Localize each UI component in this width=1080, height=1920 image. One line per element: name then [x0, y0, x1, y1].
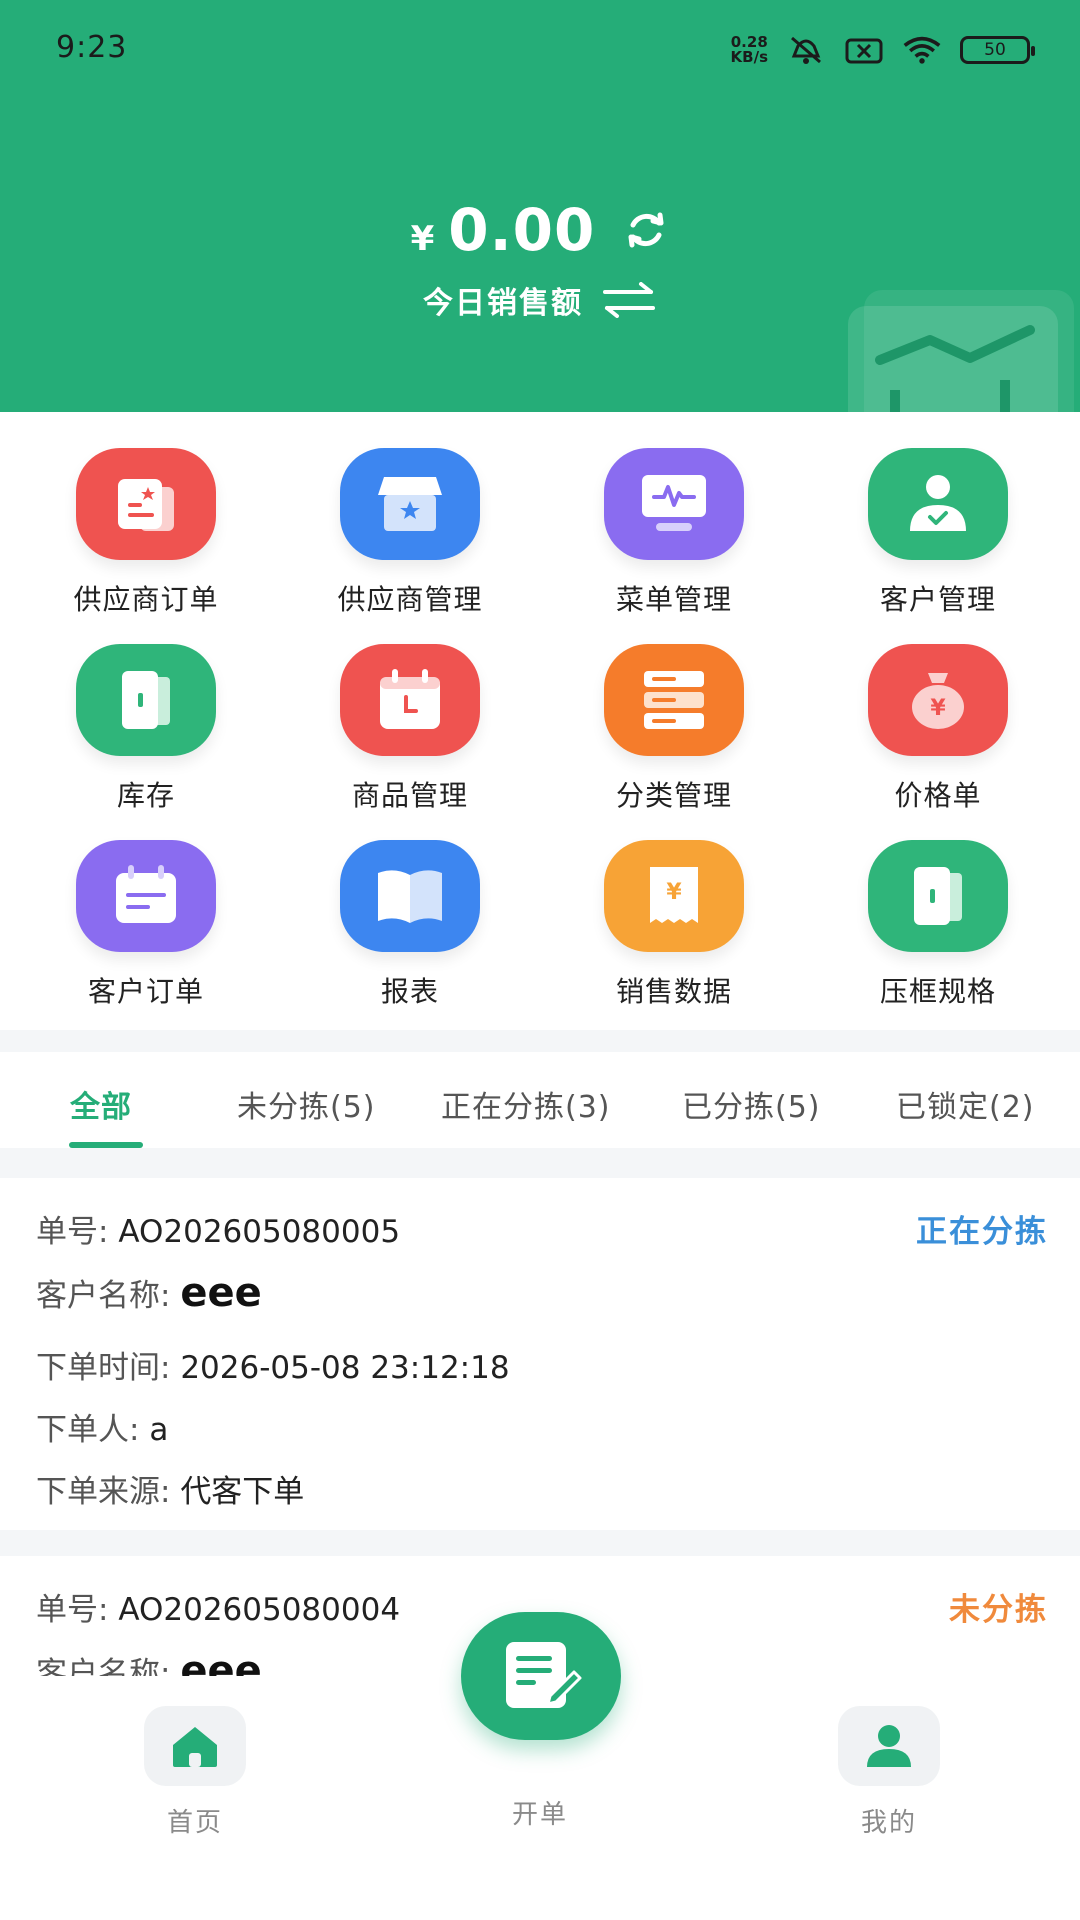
order-number-row: 单号: AO202605080004	[36, 1584, 400, 1629]
status-icons: 0.28 KB/s 50	[731, 30, 1035, 70]
net-speed: 0.28 KB/s	[731, 35, 768, 65]
menu-label-product-management: 商品管理	[351, 779, 468, 812]
user-icon	[838, 1706, 940, 1786]
order-number-label: 单号:	[36, 1214, 109, 1250]
home-icon	[144, 1706, 246, 1786]
sales-amount-row: ¥ 0.00	[0, 196, 1080, 264]
order-customer-row: 客户名称: eee	[36, 1270, 262, 1316]
menu-item-sales-data[interactable]: ¥ 销售数据	[542, 840, 806, 1020]
menu-label-frame-spec: 压框规格	[879, 975, 996, 1008]
mute-icon	[786, 34, 826, 66]
order-card[interactable]: 单号: AO202605080005 正在分拣 客户名称: eee 下单时间: …	[0, 1178, 1080, 1530]
menu-item-inventory[interactable]: 库存	[14, 644, 278, 824]
feature-menu-grid: 供应商订单 供应商管理 菜单管理 客户管理 库存 商品管理 分类管理 ¥ 价格单…	[0, 412, 1080, 1030]
menu-label-customer-management: 客户管理	[879, 583, 996, 616]
order-source-row: 下单来源: 代客下单	[36, 1466, 304, 1511]
supplier-store-icon	[340, 448, 480, 560]
frame-spec-icon	[868, 840, 1008, 952]
battery-level: 50	[984, 40, 1006, 60]
order-source: 代客下单	[180, 1474, 305, 1510]
sales-label: 今日销售额	[423, 286, 583, 321]
header: 9:23 0.28 KB/s 50 ¥ 0.00 今日销售额	[0, 0, 1080, 412]
active-tab-indicator	[69, 1142, 143, 1148]
product-calendar-icon	[340, 644, 480, 756]
supplier-order-icon	[76, 448, 216, 560]
nav-create-label: 开单	[511, 1800, 568, 1830]
status-time: 9:23	[56, 30, 128, 65]
customer-name: eee	[180, 1648, 262, 1676]
order-time-label: 下单时间:	[36, 1350, 171, 1386]
menu-label-supplier-management: 供应商管理	[337, 583, 483, 616]
order-time-row: 下单时间: 2026-05-08 23:12:18	[36, 1342, 510, 1387]
order-number-row: 单号: AO202605080005	[36, 1206, 400, 1251]
inventory-door-icon	[76, 644, 216, 756]
report-book-icon	[340, 840, 480, 952]
order-time: 2026-05-08 23:12:18	[180, 1350, 510, 1386]
menu-item-report[interactable]: 报表	[278, 840, 542, 1020]
order-person-label: 下单人:	[36, 1412, 140, 1448]
menu-label-supplier-order: 供应商订单	[73, 583, 219, 616]
price-bag-icon: ¥	[868, 644, 1008, 756]
svg-text:¥: ¥	[666, 880, 682, 905]
order-filter-tabs: 全部 未分拣(5) 正在分拣(3) 已分拣(5) 已锁定(2)	[0, 1052, 1080, 1148]
menu-label-report: 报表	[380, 975, 439, 1008]
menu-item-product-management[interactable]: 商品管理	[278, 644, 542, 824]
order-status-badge: 正在分拣	[916, 1214, 1048, 1250]
menu-label-price-list: 价格单	[894, 779, 982, 812]
no-sim-icon	[844, 34, 884, 66]
battery-icon: 50	[960, 36, 1035, 64]
refresh-icon[interactable]	[623, 207, 669, 253]
sales-receipt-icon: ¥	[604, 840, 744, 952]
tab-unsorted[interactable]: 未分拣(5)	[237, 1082, 376, 1126]
order-number: AO202605080004	[118, 1592, 401, 1628]
order-number: AO202605080005	[118, 1214, 401, 1250]
currency-symbol: ¥	[410, 219, 435, 259]
customer-icon	[868, 448, 1008, 560]
tab-sorted[interactable]: 已分拣(5)	[682, 1082, 821, 1126]
menu-monitor-icon	[604, 448, 744, 560]
menu-item-customer-management[interactable]: 客户管理	[806, 448, 1070, 628]
menu-label-inventory: 库存	[116, 779, 175, 812]
menu-label-customer-order: 客户订单	[87, 975, 204, 1008]
customer-name-label: 客户名称:	[36, 1656, 171, 1676]
svg-text:¥: ¥	[930, 696, 946, 721]
order-number-label: 单号:	[36, 1592, 109, 1628]
order-person-row: 下单人: a	[36, 1404, 168, 1449]
swap-icon[interactable]	[601, 282, 657, 318]
menu-item-supplier-order[interactable]: 供应商订单	[14, 448, 278, 628]
status-bar: 9:23 0.28 KB/s 50	[0, 0, 1080, 100]
decorative-chart-icon	[848, 290, 1074, 412]
menu-item-category-management[interactable]: 分类管理	[542, 644, 806, 824]
category-server-icon	[604, 644, 744, 756]
net-speed-unit: KB/s	[730, 48, 768, 66]
order-person: a	[149, 1412, 169, 1448]
menu-item-customer-order[interactable]: 客户订单	[14, 840, 278, 1020]
sales-amount: 0.00	[448, 196, 596, 264]
tab-sorting[interactable]: 正在分拣(3)	[441, 1082, 611, 1126]
order-status-badge: 未分拣	[949, 1592, 1048, 1628]
menu-label-sales-data: 销售数据	[615, 975, 732, 1008]
order-customer-row: 客户名称: eee	[36, 1648, 262, 1676]
customer-name: eee	[180, 1270, 262, 1316]
edit-note-icon	[506, 1642, 582, 1708]
tab-all[interactable]: 全部	[70, 1082, 132, 1126]
customer-order-icon	[76, 840, 216, 952]
create-order-button[interactable]	[461, 1612, 621, 1740]
tab-locked[interactable]: 已锁定(2)	[896, 1082, 1035, 1126]
menu-label-menu-management: 菜单管理	[615, 583, 732, 616]
menu-item-supplier-management[interactable]: 供应商管理	[278, 448, 542, 628]
menu-label-category-management: 分类管理	[615, 779, 732, 812]
menu-item-menu-management[interactable]: 菜单管理	[542, 448, 806, 628]
customer-name-label: 客户名称:	[36, 1278, 171, 1314]
wifi-icon	[902, 34, 942, 66]
order-source-label: 下单来源:	[36, 1474, 171, 1510]
menu-item-frame-spec[interactable]: 压框规格	[806, 840, 1070, 1020]
menu-item-price-list[interactable]: ¥ 价格单	[806, 644, 1070, 824]
